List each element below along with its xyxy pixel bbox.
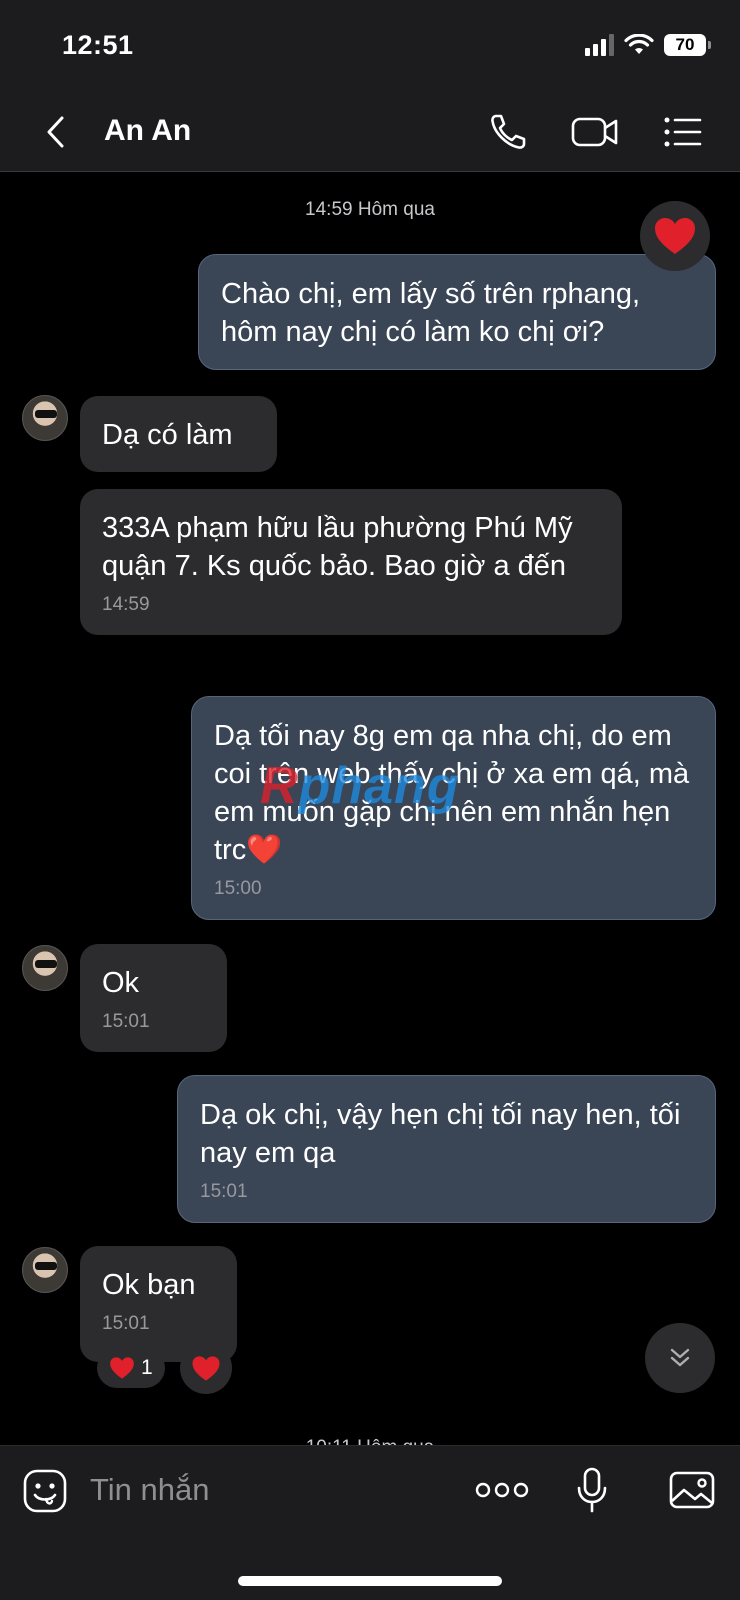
contact-avatar[interactable]: [22, 1247, 68, 1293]
message-text: Ok bạn: [102, 1269, 196, 1301]
message-input[interactable]: [90, 1462, 450, 1518]
message-text: Dạ có làm: [102, 419, 233, 451]
message-time: 15:01: [102, 1011, 150, 1032]
menu-list-icon[interactable]: [660, 110, 704, 154]
heart-icon: [655, 218, 695, 254]
message-time: 14:59: [102, 594, 150, 615]
message-time: 15:01: [102, 1313, 150, 1334]
contact-avatar[interactable]: [22, 395, 68, 441]
cellular-signal-icon: [585, 34, 614, 56]
status-bar: 12:51 70: [0, 0, 740, 96]
outgoing-message-bubble[interactable]: Chào chị, em lấy số trên rphang, hôm nay…: [198, 254, 716, 370]
reaction-count: 1: [141, 1356, 153, 1379]
heart-icon: [110, 1357, 134, 1379]
message-text: Chào chị, em lấy số trên rphang, hôm nay…: [221, 278, 641, 348]
phone-call-icon[interactable]: [486, 110, 530, 154]
heart-icon: [192, 1355, 220, 1381]
message-time: 15:01: [200, 1181, 248, 1202]
incoming-message-bubble[interactable]: Ok 15:01: [80, 944, 227, 1052]
wifi-icon: [624, 34, 654, 54]
reaction-count-pill[interactable]: 1: [97, 1348, 165, 1388]
message-text: Ok: [102, 967, 140, 999]
battery-indicator: 70: [664, 34, 711, 56]
status-time: 12:51: [62, 30, 134, 60]
video-call-icon[interactable]: [570, 110, 620, 154]
message-list[interactable]: 14:59 Hôm qua Chào chị, em lấy số trên r…: [0, 173, 740, 1445]
sticker-emoji-icon[interactable]: [22, 1468, 68, 1514]
incoming-message-bubble[interactable]: Dạ có làm: [80, 396, 277, 472]
incoming-message-bubble[interactable]: 333A phạm hữu lầu phường Phú Mỹ quận 7. …: [80, 489, 622, 635]
microphone-icon[interactable]: [574, 1466, 610, 1514]
back-chevron-icon[interactable]: [38, 112, 78, 152]
watermark-logo: Rphang: [260, 757, 460, 815]
message-text: 333A phạm hữu lầu phường Phú Mỹ quận 7. …: [102, 512, 573, 582]
double-chevron-down-icon: [670, 1348, 690, 1367]
more-options-icon[interactable]: [475, 1480, 529, 1500]
image-gallery-icon[interactable]: [668, 1468, 716, 1512]
message-composer: [0, 1445, 740, 1600]
chat-header: An An: [0, 96, 740, 172]
contact-avatar[interactable]: [22, 945, 68, 991]
outgoing-message-bubble[interactable]: Dạ ok chị, vậy hẹn chị tối nay hen, tối …: [177, 1075, 716, 1223]
message-time: 15:00: [214, 878, 262, 899]
heart-reaction-icon[interactable]: [640, 201, 710, 271]
message-text: Dạ ok chị, vậy hẹn chị tối nay hen, tối …: [200, 1099, 681, 1169]
status-icons: 70: [585, 34, 711, 56]
date-separator: 14:59 Hôm qua: [305, 199, 435, 220]
home-indicator: [238, 1576, 502, 1586]
scroll-to-bottom-button[interactable]: [645, 1323, 715, 1393]
contact-name[interactable]: An An: [104, 114, 191, 148]
add-reaction-button[interactable]: [180, 1342, 232, 1394]
